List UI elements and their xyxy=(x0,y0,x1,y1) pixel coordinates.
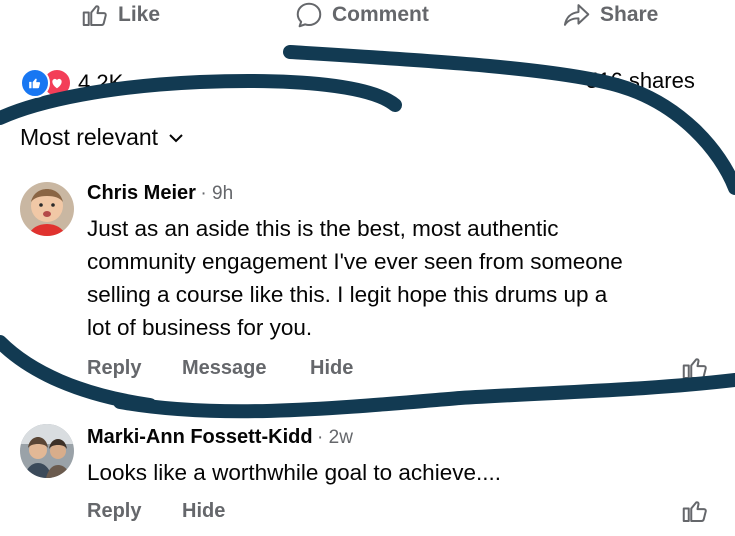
avatar[interactable] xyxy=(20,182,74,236)
comment-bubble-icon xyxy=(296,2,322,28)
comment-body: Looks like a worthwhile goal to achieve.… xyxy=(87,460,501,485)
share-label: Share xyxy=(600,3,659,26)
comment-author[interactable]: Marki-Ann Fossett-Kidd xyxy=(87,426,313,448)
like-action-button[interactable]: Like xyxy=(80,0,160,30)
comment-text-line: community engagement I've ever seen from… xyxy=(87,249,623,274)
comment-body: Just as an aside this is the best, most … xyxy=(87,212,727,344)
reaction-count: 4.2K xyxy=(78,70,124,95)
share-arrow-icon xyxy=(563,4,590,26)
comment-header: Marki-Ann Fossett-Kidd · 2w xyxy=(87,426,353,449)
comment-text-line: Just as an aside this is the best, most … xyxy=(87,216,559,241)
group-photo-avatar-image xyxy=(20,424,74,478)
child-face-avatar-image xyxy=(20,182,74,236)
thumbs-up-icon xyxy=(82,5,107,26)
comment-time[interactable]: 9h xyxy=(212,183,233,204)
hide-button[interactable]: Hide xyxy=(310,357,353,380)
sort-label: Most relevant xyxy=(20,124,159,150)
thumbs-up-icon xyxy=(682,501,707,522)
comment-action-button[interactable]: Comment xyxy=(294,0,429,30)
reaction-icons[interactable]: 4.2K xyxy=(20,68,123,98)
separator-dot: · xyxy=(200,183,212,204)
comment-author[interactable]: Chris Meier xyxy=(87,182,196,204)
comment-like-button[interactable] xyxy=(680,353,710,388)
comment-text-line: lot of business for you. xyxy=(87,315,313,340)
chevron-down-icon xyxy=(169,133,183,142)
reply-button[interactable]: Reply xyxy=(87,500,141,523)
hide-button[interactable]: Hide xyxy=(182,500,225,523)
comment-like-button[interactable] xyxy=(680,496,710,531)
like-label: Like xyxy=(118,3,161,26)
avatar[interactable] xyxy=(20,424,74,478)
like-reaction-icon xyxy=(20,68,50,98)
thumbs-up-icon xyxy=(682,358,707,379)
comment-header: Chris Meier · 9h xyxy=(87,182,233,205)
comment-text-line: selling a course like this. I legit hope… xyxy=(87,282,608,307)
comment-time[interactable]: 2w xyxy=(329,427,353,448)
comment-sort-dropdown[interactable]: Most relevant xyxy=(20,124,184,151)
separator-dot: · xyxy=(317,427,329,448)
comment-label: Comment xyxy=(332,3,429,26)
message-button[interactable]: Message xyxy=(182,357,267,380)
shares-count[interactable]: 516 shares xyxy=(586,68,695,94)
reply-button[interactable]: Reply xyxy=(87,357,141,380)
share-action-button[interactable]: Share xyxy=(560,0,658,30)
